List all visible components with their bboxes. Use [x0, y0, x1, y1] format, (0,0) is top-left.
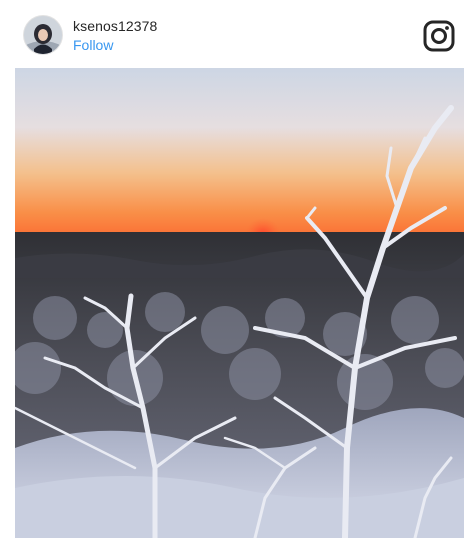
follow-button[interactable]: Follow — [73, 37, 113, 53]
avatar-image — [24, 16, 62, 54]
username[interactable]: ksenos12378 — [73, 18, 157, 34]
post-header: ksenos12378 Follow — [0, 0, 468, 66]
instagram-embed-card: ksenos12378 Follow — [0, 0, 468, 546]
avatar[interactable] — [24, 16, 62, 54]
instagram-icon[interactable] — [422, 19, 456, 53]
winter-sunset-photo[interactable] — [15, 68, 464, 538]
